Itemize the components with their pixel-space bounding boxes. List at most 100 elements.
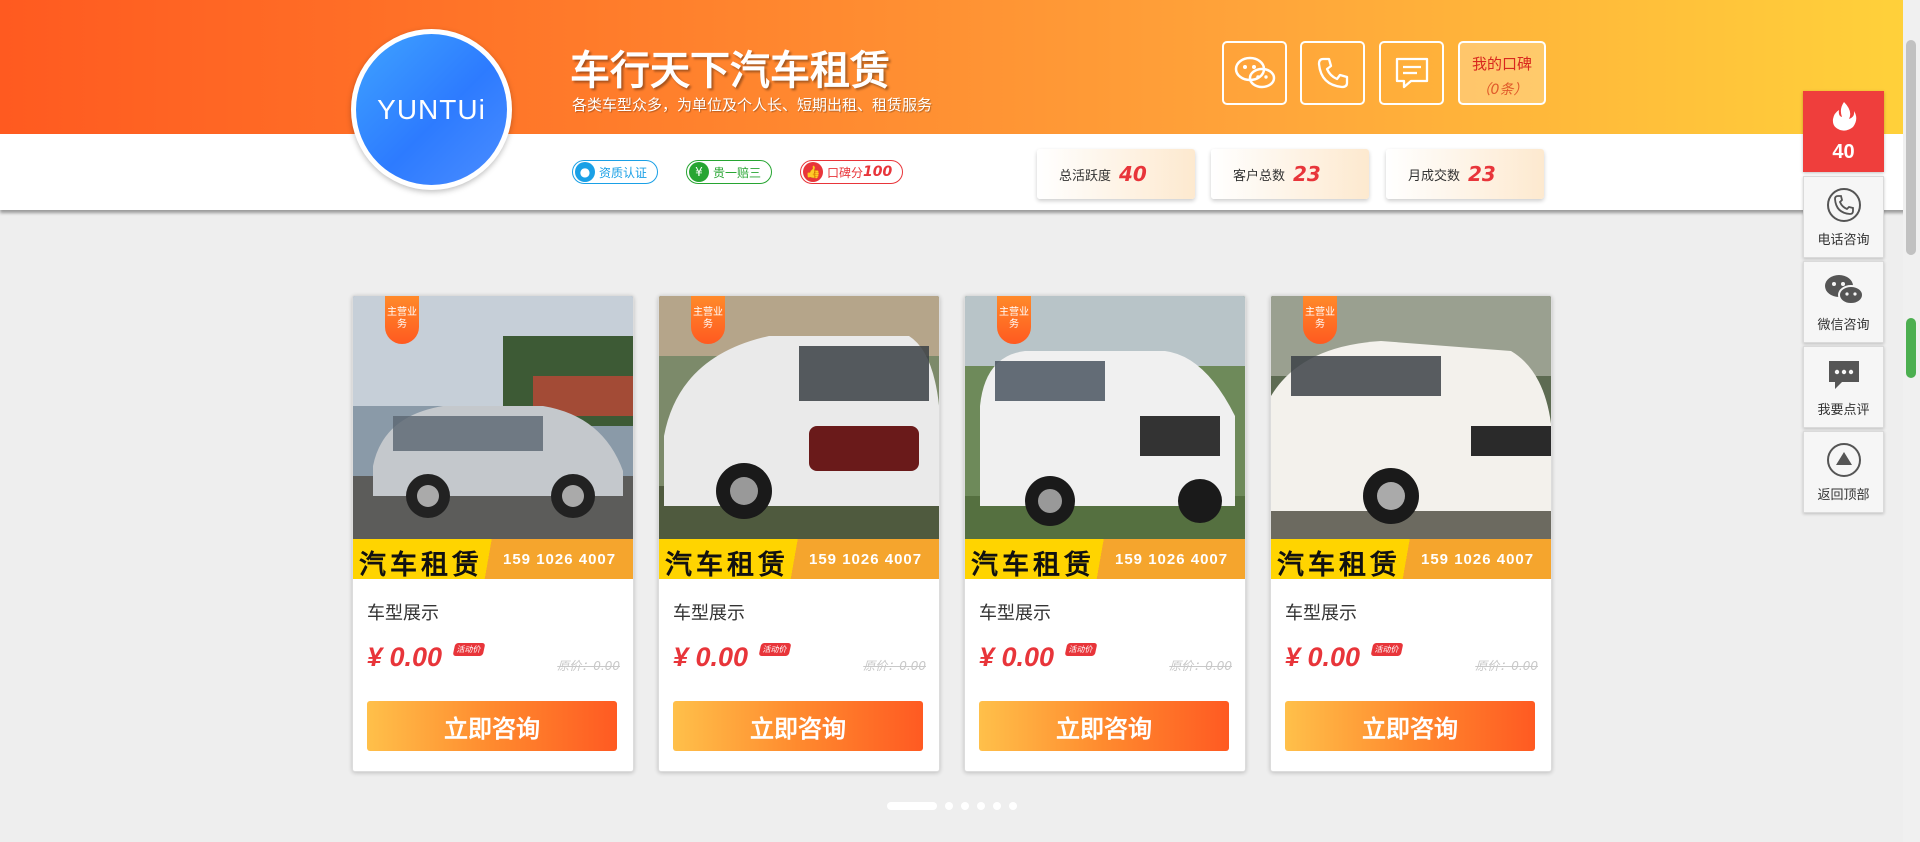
carousel-pagination <box>887 802 1025 810</box>
stat-monthly-deals-label: 月成交数 <box>1408 168 1461 184</box>
review-count: （0条） <box>1476 82 1528 98</box>
stat-monthly-deals: 月成交数 23 <box>1386 149 1544 199</box>
carousel-dot[interactable] <box>993 802 1001 810</box>
carousel-dot[interactable] <box>1009 802 1017 810</box>
promo-tag: 活动价 <box>452 643 486 656</box>
badge-guarantee-label: 贵一赔三 <box>713 165 762 180</box>
message-icon <box>1395 57 1428 89</box>
product-name[interactable]: 车型展示 <box>1285 599 1357 625</box>
popularity-value: 40 <box>1832 141 1855 163</box>
original-price: 原价：0.00 <box>863 659 926 673</box>
sidebar-wechat-label: 微信咨询 <box>1817 318 1870 333</box>
rental-banner: 汽车租赁 159 1026 4007 <box>353 539 633 581</box>
original-price: 原价：0.00 <box>1475 659 1538 673</box>
shop-title: 车行天下汽车租赁 <box>570 48 890 94</box>
original-price: 原价：0.00 <box>557 659 620 673</box>
wechat-icon <box>1234 56 1275 89</box>
carousel-dot[interactable] <box>887 802 937 810</box>
promo-tag: 活动价 <box>1370 643 1404 656</box>
product-price: ¥ 0.00 <box>979 642 1055 672</box>
rental-banner: 汽车租赁 159 1026 4007 <box>965 539 1245 581</box>
carousel-dot[interactable] <box>977 802 985 810</box>
comment-icon <box>1828 361 1859 389</box>
promo-tag: 活动价 <box>1064 643 1098 656</box>
sidebar-top-label: 返回顶部 <box>1817 488 1870 503</box>
car-photo[interactable]: 主营业务 <box>1271 296 1551 539</box>
thumb-icon: 👍 <box>803 162 823 182</box>
header-banner <box>0 0 1920 134</box>
popularity-widget[interactable]: 40 <box>1803 91 1884 172</box>
header-info-bar <box>0 134 1920 210</box>
consult-button[interactable]: 立即咨询 <box>979 701 1229 751</box>
product-card[interactable]: 主营业务 汽车租赁 159 1026 4007 车型展示 ¥ 0.00 活动价 … <box>1270 295 1552 772</box>
car-photo[interactable]: 主营业务 <box>353 296 633 539</box>
product-card[interactable]: 主营业务 汽车租赁 159 1026 4007 车型展示 ¥ 0.00 活动价 … <box>352 295 634 772</box>
car-photo[interactable]: 主营业务 <box>659 296 939 539</box>
consult-button[interactable]: 立即咨询 <box>367 701 617 751</box>
product-card[interactable]: 主营业务 汽车租赁 159 1026 4007 车型展示 ¥ 0.00 活动价 … <box>658 295 940 772</box>
scroll-progress-indicator <box>1906 318 1916 378</box>
wechat-button[interactable] <box>1222 41 1287 105</box>
flame-icon <box>1832 102 1856 131</box>
phone-icon <box>1826 188 1861 222</box>
sidebar-review-label: 我要点评 <box>1817 403 1870 418</box>
back-to-top-icon <box>1826 443 1861 477</box>
scrollbar-thumb[interactable] <box>1906 40 1916 255</box>
banner-phone: 159 1026 4007 <box>809 551 923 568</box>
stat-activity-label: 总活跃度 <box>1059 168 1112 184</box>
banner-title: 汽车租赁 <box>1277 550 1401 581</box>
main-business-ribbon: 主营业务 <box>1303 296 1337 344</box>
sidebar-review[interactable]: 我要点评 <box>1803 346 1884 428</box>
product-card[interactable]: 主营业务 汽车租赁 159 1026 4007 车型展示 ¥ 0.00 活动价 … <box>964 295 1246 772</box>
badge-certified-label: 资质认证 <box>599 165 648 180</box>
banner-phone: 159 1026 4007 <box>1421 551 1535 568</box>
review-label: 我的口碑 <box>1471 55 1532 73</box>
stat-activity-value: 40 <box>1119 162 1147 186</box>
product-name[interactable]: 车型展示 <box>673 599 745 625</box>
badge-certified: ● 资质认证 <box>572 160 659 184</box>
badge-reputation-value: 100 <box>863 164 893 180</box>
consult-button[interactable]: 立即咨询 <box>673 701 923 751</box>
product-name[interactable]: 车型展示 <box>367 599 439 625</box>
phone-button[interactable] <box>1300 41 1365 105</box>
main-business-ribbon: 主营业务 <box>385 296 419 344</box>
sidebar-phone-consult[interactable]: 电话咨询 <box>1803 176 1884 258</box>
shop-subtitle: 各类车型众多，为单位及个人长、短期出租、租赁服务 <box>572 96 933 114</box>
car-photo[interactable]: 主营业务 <box>965 296 1245 539</box>
original-price: 原价：0.00 <box>1169 659 1232 673</box>
promo-tag: 活动价 <box>758 643 792 656</box>
logo-text: YUNTUi <box>356 34 507 185</box>
main-business-ribbon: 主营业务 <box>691 296 725 344</box>
phone-icon <box>1317 57 1348 89</box>
product-price: ¥ 0.00 <box>673 642 749 672</box>
badge-reputation: 👍 口碑分 100 <box>800 160 904 184</box>
carousel-dot[interactable] <box>945 802 953 810</box>
sidebar-back-to-top[interactable]: 返回顶部 <box>1803 431 1884 513</box>
wechat-icon <box>1824 275 1864 305</box>
rental-banner: 汽车租赁 159 1026 4007 <box>1271 539 1551 581</box>
main-business-ribbon: 主营业务 <box>997 296 1031 344</box>
stat-customers-label: 客户总数 <box>1233 168 1286 184</box>
carousel-dot[interactable] <box>961 802 969 810</box>
banner-phone: 159 1026 4007 <box>503 551 617 568</box>
yen-icon: ¥ <box>689 162 709 182</box>
banner-title: 汽车租赁 <box>359 550 483 581</box>
message-button[interactable] <box>1379 41 1444 105</box>
user-icon: ● <box>575 162 595 182</box>
stat-customers: 客户总数 23 <box>1211 149 1369 199</box>
my-review-button[interactable]: 我的口碑 （0条） <box>1458 41 1546 105</box>
product-price: ¥ 0.00 <box>1285 642 1361 672</box>
sidebar-phone-label: 电话咨询 <box>1817 233 1870 248</box>
badge-reputation-label: 口碑分 <box>827 165 864 180</box>
rental-banner: 汽车租赁 159 1026 4007 <box>659 539 939 581</box>
product-name[interactable]: 车型展示 <box>979 599 1051 625</box>
banner-title: 汽车租赁 <box>665 550 789 581</box>
badge-guarantee: ¥ 贵一赔三 <box>686 160 773 184</box>
stat-customers-value: 23 <box>1293 162 1321 186</box>
shop-logo: YUNTUi <box>351 29 512 190</box>
product-price: ¥ 0.00 <box>367 642 443 672</box>
consult-button[interactable]: 立即咨询 <box>1285 701 1535 751</box>
sidebar-wechat-consult[interactable]: 微信咨询 <box>1803 261 1884 343</box>
banner-phone: 159 1026 4007 <box>1115 551 1229 568</box>
banner-title: 汽车租赁 <box>971 550 1095 581</box>
